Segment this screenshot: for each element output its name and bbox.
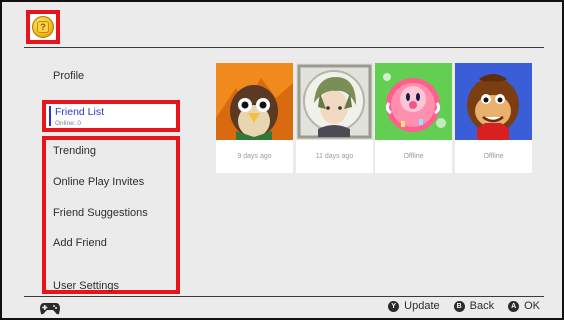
pink-round-character-icon [375,63,452,140]
update-label: Update [404,300,440,312]
friend-card[interactable]: 9 days ago [216,63,293,173]
sidebar: Profile Friend List Online: 0 Trending O… [2,48,182,296]
friend-status: 9 days ago [237,153,272,160]
header: ? [2,2,562,48]
controller-icon [40,302,60,318]
sidebar-item-friend-list[interactable]: Friend List Online: 0 [42,100,180,132]
a-button-icon: A [508,300,520,312]
friend-status: Offline [483,153,504,160]
ape-character-icon [455,63,532,140]
question-block-coin-icon: ? [32,16,54,38]
friend-list-selection: Friend List Online: 0 [49,106,173,127]
friend-list-label: Friend List [55,106,105,118]
friend-list-grid: 9 days ago 11 days ago Offline Offline [216,63,532,173]
friend-card[interactable]: 11 days ago [296,63,373,173]
b-button-icon: B [453,300,465,312]
green-haired-character-icon [296,63,373,140]
ok-label: OK [524,300,540,312]
sidebar-item-friend-suggestions[interactable]: Friend Suggestions [53,207,148,219]
sidebar-item-trending[interactable]: Trending [53,145,96,157]
app-window: ? Profile Friend List Online: 0 Trending… [0,0,564,320]
owl-character-icon [216,63,293,140]
y-button-icon: Y [388,300,400,312]
back-button[interactable]: B Back [453,300,495,312]
user-avatar[interactable]: ? [26,10,60,44]
footer-actions: Y Update B Back A OK [388,300,540,312]
back-label: Back [469,300,495,312]
sidebar-item-user-settings[interactable]: User Settings [53,280,119,292]
sidebar-item-add-friend[interactable]: Add Friend [53,237,107,249]
sidebar-item-online-play-invites[interactable]: Online Play Invites [53,176,144,188]
friend-list-online-count: Online: 0 [55,120,82,127]
ok-button[interactable]: A OK [508,300,540,312]
friend-card[interactable]: Offline [375,63,452,173]
friend-status: 11 days ago [315,153,354,160]
footer-divider [24,296,544,297]
friend-status: Offline [403,153,424,160]
update-button[interactable]: Y Update [388,300,440,312]
sidebar-item-profile[interactable]: Profile [53,70,84,82]
friend-card[interactable]: Offline [455,63,532,173]
